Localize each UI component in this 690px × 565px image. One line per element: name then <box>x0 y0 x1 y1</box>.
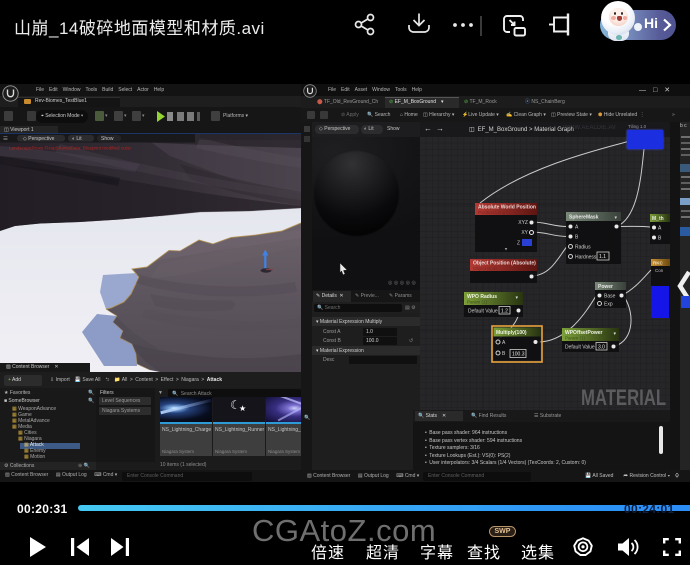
svg-text:Exp: Exp <box>604 302 613 308</box>
svg-text:☰: ☰ <box>3 135 8 142</box>
svg-text:◇ Perspective: ◇ Perspective <box>23 136 55 142</box>
svg-text:Power: Power <box>598 284 613 290</box>
svg-text:Z: Z <box>517 241 520 247</box>
svg-text:1.2: 1.2 <box>501 309 508 315</box>
svg-text:Radius: Radius <box>575 245 591 251</box>
svg-text:Default Value: Default Value <box>565 345 595 351</box>
svg-text:100.3: 100.3 <box>512 352 525 358</box>
svg-text:SphereMask: SphereMask <box>569 215 599 221</box>
svg-text:Param (1): Param (1) <box>565 336 586 341</box>
svg-text:◐ Lit: ◐ Lit <box>72 136 82 142</box>
svg-text:RKC: RKC <box>653 261 663 266</box>
svg-text:MATERIAL: MATERIAL <box>581 386 666 410</box>
svg-text:Con: Con <box>655 268 664 273</box>
svg-text:Param (1): Param (1) <box>467 300 488 305</box>
svg-text:LandscapeProxy FixupSharedData: LandscapeProxy FixupSharedData: Blueprin… <box>9 146 131 151</box>
svg-text:1.1: 1.1 <box>599 254 606 260</box>
svg-text:Base: Base <box>604 294 616 300</box>
svg-text:3.0: 3.0 <box>598 345 605 351</box>
svg-text:Position Long: Position Long <box>478 210 506 215</box>
svg-text:XYZ: XYZ <box>518 220 528 226</box>
svg-text:Show: Show <box>101 136 114 142</box>
svg-text:Hardness: Hardness <box>575 255 597 261</box>
svg-text:Default Value: Default Value <box>468 309 498 315</box>
svg-text:Multiply(100): Multiply(100) <box>496 330 527 336</box>
svg-text:Object Bnds: Object Bnds <box>473 266 498 271</box>
svg-text:M_th: M_th <box>652 216 664 222</box>
svg-text:XY: XY <box>521 230 528 236</box>
